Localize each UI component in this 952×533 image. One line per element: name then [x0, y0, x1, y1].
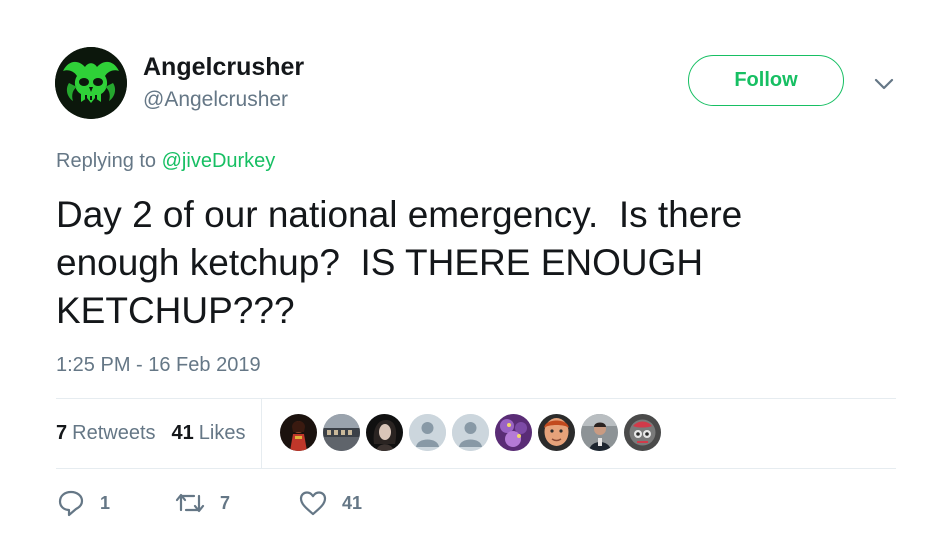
likes-label: Likes	[198, 422, 246, 444]
retweets-count: 7	[56, 422, 68, 444]
like-button[interactable]: 41	[298, 488, 362, 518]
retweet-button[interactable]: 7	[174, 488, 230, 518]
likes-stat[interactable]: 41 Likes	[172, 422, 246, 445]
stats-divider	[261, 398, 262, 468]
retweets-stat[interactable]: 7 Retweets	[56, 422, 156, 445]
liker-avatar[interactable]	[366, 414, 403, 451]
likes-count: 41	[171, 422, 194, 444]
divider	[56, 468, 896, 469]
user-avatar[interactable]	[55, 47, 127, 119]
replying-to-label: Replying to	[56, 150, 162, 172]
liker-avatar-default[interactable]	[452, 414, 489, 451]
liker-avatar[interactable]	[581, 414, 618, 451]
reply-count: 1	[100, 492, 111, 513]
liker-avatar[interactable]	[280, 414, 317, 451]
heart-icon	[299, 491, 327, 516]
follow-button[interactable]: Follow	[688, 55, 844, 106]
tweet-text-line: Day 2 of our national emergency. Is ther…	[56, 194, 743, 235]
liker-avatar-default[interactable]	[409, 414, 446, 451]
liker-avatar[interactable]	[323, 414, 360, 451]
divider	[56, 398, 896, 399]
skull-icon	[55, 47, 127, 119]
tweet-text: Day 2 of our national emergency. Is ther…	[56, 191, 916, 335]
retweets-label: Retweets	[72, 422, 156, 444]
retweet-icon	[175, 493, 205, 513]
chevron-down-icon	[874, 78, 894, 90]
reply-icon	[58, 490, 84, 517]
tweet-text-line: enough ketchup? IS THERE ENOUGH	[56, 242, 704, 283]
tweet-stats: 7 Retweets 41 Likes	[56, 422, 245, 445]
retweet-count: 7	[220, 492, 231, 513]
liked-by-avatars	[280, 414, 661, 451]
liker-avatar[interactable]	[624, 414, 661, 451]
tweet-text-line: KETCHUP???	[56, 290, 295, 331]
liker-avatar[interactable]	[495, 414, 532, 451]
reply-button[interactable]: 1	[56, 488, 110, 518]
reply-mention-link[interactable]: @jiveDurkey	[162, 150, 276, 172]
tweet-menu-button[interactable]	[872, 74, 896, 94]
tweet-card: Angelcrusher @Angelcrusher Follow Replyi…	[0, 0, 952, 533]
like-count: 41	[342, 492, 363, 513]
user-display-name[interactable]: Angelcrusher	[143, 53, 304, 82]
tweet-timestamp[interactable]: 1:25 PM - 16 Feb 2019	[56, 354, 261, 377]
user-handle[interactable]: @Angelcrusher	[143, 88, 288, 112]
liker-avatar[interactable]	[538, 414, 575, 451]
replying-to: Replying to @jiveDurkey	[56, 150, 275, 173]
